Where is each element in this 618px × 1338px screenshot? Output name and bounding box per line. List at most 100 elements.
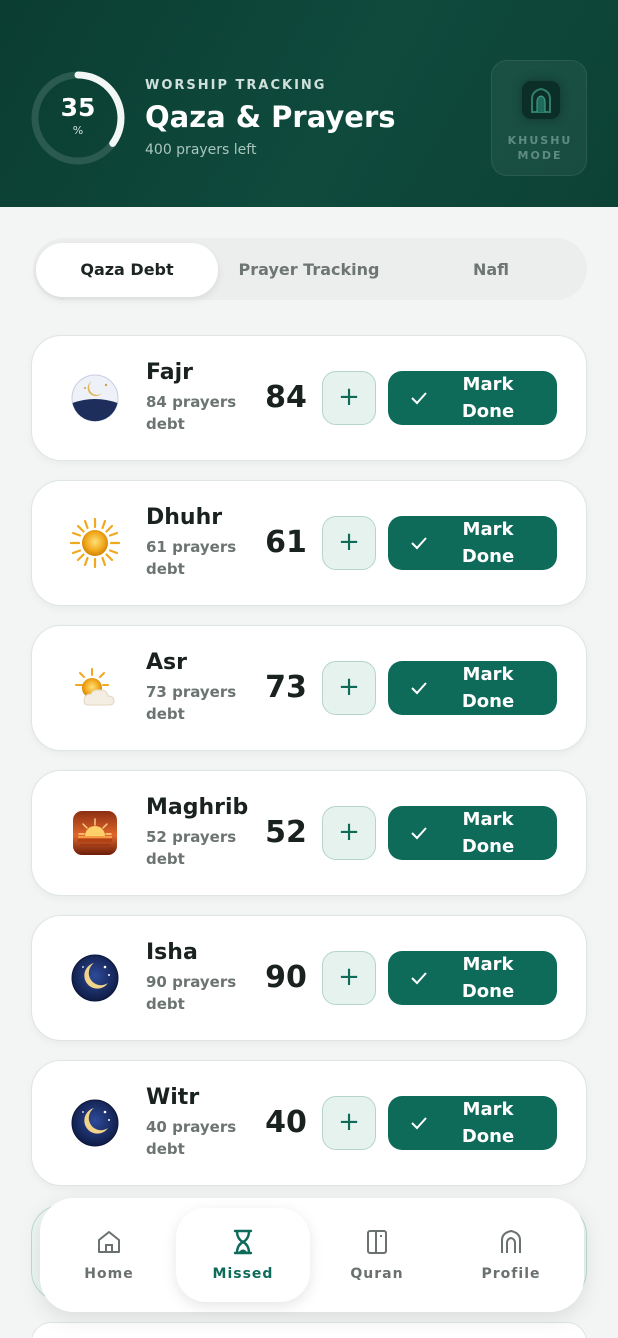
debt-line1: 40 prayers xyxy=(146,1118,237,1136)
prayer-count: 84 xyxy=(265,380,307,415)
debt-line1: 61 prayers xyxy=(146,538,237,556)
debt-line2: debt xyxy=(146,1140,185,1158)
increment-button[interactable]: + xyxy=(322,371,376,425)
prayer-debt-text: 40 prayers debt xyxy=(146,1116,246,1160)
debt-line2: debt xyxy=(146,995,185,1013)
mark-label: Mark xyxy=(462,809,514,830)
page-title: Qaza & Prayers xyxy=(145,100,396,134)
progress-value: 35 xyxy=(60,93,96,122)
mark-done-button[interactable]: Mark Done xyxy=(388,951,557,1005)
done-label: Done xyxy=(461,546,515,567)
tab-prayer-tracking[interactable]: Prayer Tracking xyxy=(218,243,400,297)
check-icon xyxy=(411,537,427,550)
check-icon xyxy=(411,392,427,405)
check-icon xyxy=(411,972,427,985)
nav-label: Profile xyxy=(481,1266,541,1282)
mark-label: Mark xyxy=(462,1099,514,1120)
done-label: Done xyxy=(461,981,515,1002)
debt-line2: debt xyxy=(146,850,185,868)
debt-line2: debt xyxy=(146,415,185,433)
increment-button[interactable]: + xyxy=(322,516,376,570)
mark-label: Mark xyxy=(462,374,514,395)
prayer-name: Asr xyxy=(146,650,187,675)
mark-done-button[interactable]: Mark Done xyxy=(388,371,557,425)
debt-line2: debt xyxy=(146,560,185,578)
check-icon xyxy=(411,827,427,840)
prayer-count: 90 xyxy=(265,960,307,995)
progress-unit: % xyxy=(72,124,84,137)
mosque-icon xyxy=(522,81,560,119)
progress-ring: 35 % xyxy=(30,70,126,166)
nav-label: Quran xyxy=(350,1266,404,1282)
book-icon xyxy=(367,1230,387,1254)
mark-label: Mark xyxy=(462,519,514,540)
increment-button[interactable]: + xyxy=(322,951,376,1005)
prayer-card-witr: Witr 40 prayers debt 40 + Mark Done xyxy=(31,1060,587,1186)
mark-done-button[interactable]: Mark Done xyxy=(388,806,557,860)
prayer-card-maghrib: Maghrib 52 prayers debt 52 + Mark Done xyxy=(31,770,587,896)
done-label: Done xyxy=(461,401,515,422)
prayer-debt-text: 73 prayers debt xyxy=(146,681,246,725)
mark-label: Mark xyxy=(462,664,514,685)
nav-quran[interactable]: Quran xyxy=(310,1208,444,1302)
nav-profile[interactable]: Profile xyxy=(444,1208,578,1302)
nav-home[interactable]: Home xyxy=(42,1208,176,1302)
hourglass-icon xyxy=(233,1229,253,1255)
done-label: Done xyxy=(461,836,515,857)
prayer-count: 40 xyxy=(265,1105,307,1140)
done-label: Done xyxy=(461,691,515,712)
prayer-card-dhuhr: Dhuhr 61 prayers debt 61 + Mark Done xyxy=(31,480,587,606)
prayer-card-asr: Asr 73 prayers debt 73 + Mark Done xyxy=(31,625,587,751)
check-icon xyxy=(411,1117,427,1130)
home-icon xyxy=(98,1231,120,1253)
crescent-dawn-icon xyxy=(70,373,120,423)
bottom-nav: Home Missed Quran Profile xyxy=(40,1198,584,1312)
sun-cloud-icon xyxy=(70,663,120,713)
prayer-debt-text: 90 prayers debt xyxy=(146,971,246,1015)
header: 35 % WORSHIP TRACKING Qaza & Prayers 400… xyxy=(0,0,618,207)
mark-done-button[interactable]: Mark Done xyxy=(388,1096,557,1150)
khushu-mode-button[interactable]: KHUSHU MODE xyxy=(491,60,587,176)
check-icon xyxy=(411,682,427,695)
prayer-debt-text: 61 prayers debt xyxy=(146,536,246,580)
sun-icon xyxy=(69,517,121,569)
prayer-count: 73 xyxy=(265,670,307,705)
sunset-icon xyxy=(70,808,120,858)
section-eyebrow: WORSHIP TRACKING xyxy=(145,78,327,93)
nav-label: Missed xyxy=(212,1266,274,1282)
tab-nafl[interactable]: Nafl xyxy=(400,243,582,297)
mark-label: Mark xyxy=(462,954,514,975)
prayer-card-isha: Isha 90 prayers debt 90 + Mark Done xyxy=(31,915,587,1041)
debt-line1: 73 prayers xyxy=(146,683,237,701)
prayer-debt-text: 84 prayers debt xyxy=(146,391,246,435)
prayer-name: Maghrib xyxy=(146,795,249,820)
prayer-name: Dhuhr xyxy=(146,505,223,530)
debt-line1: 52 prayers xyxy=(146,828,237,846)
tab-qaza-debt[interactable]: Qaza Debt xyxy=(36,243,218,297)
done-label: Done xyxy=(461,1126,515,1147)
prayer-name: Witr xyxy=(146,1085,200,1110)
increment-button[interactable]: + xyxy=(322,1096,376,1150)
increment-button[interactable]: + xyxy=(322,661,376,715)
mark-done-button[interactable]: Mark Done xyxy=(388,661,557,715)
nav-label: Home xyxy=(84,1266,134,1282)
prayers-left: 400 prayers left xyxy=(145,142,257,158)
tab-bar: Qaza Debt Prayer Tracking Nafl xyxy=(33,238,587,300)
prayer-debt-text: 52 prayers debt xyxy=(146,826,246,870)
khushu-label-line1: KHUSHU xyxy=(507,134,573,147)
debt-line1: 84 prayers xyxy=(146,393,237,411)
prayer-count: 52 xyxy=(265,815,307,850)
prayer-name: Fajr xyxy=(146,360,193,385)
debt-line1: 90 prayers xyxy=(146,973,237,991)
hidden-card xyxy=(31,1322,587,1338)
nav-missed[interactable]: Missed xyxy=(176,1208,310,1302)
prayer-count: 61 xyxy=(265,525,307,560)
prayer-card-fajr: Fajr 84 prayers debt 84 + Mark Done xyxy=(31,335,587,461)
debt-line2: debt xyxy=(146,705,185,723)
mark-done-button[interactable]: Mark Done xyxy=(388,516,557,570)
crescent-night-icon xyxy=(70,1098,120,1148)
mihrab-icon xyxy=(501,1229,521,1253)
crescent-night-icon xyxy=(70,953,120,1003)
prayer-name: Isha xyxy=(146,940,198,965)
increment-button[interactable]: + xyxy=(322,806,376,860)
